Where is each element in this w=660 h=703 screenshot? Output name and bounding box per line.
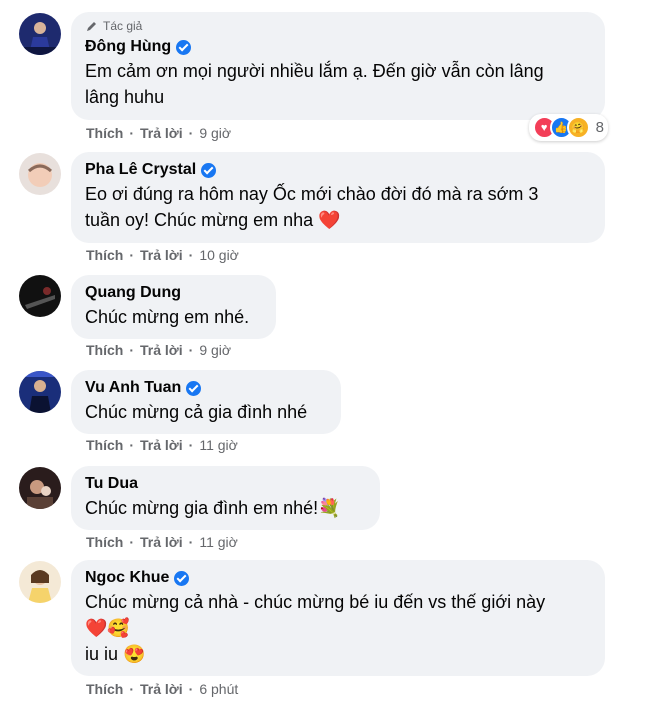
comment-actions: Thích · Trả lời · 11 giờ bbox=[86, 437, 238, 453]
like-button[interactable]: Thích bbox=[86, 125, 123, 141]
avatar[interactable] bbox=[19, 561, 61, 603]
like-button[interactable]: Thích bbox=[86, 342, 123, 358]
like-button[interactable]: Thích bbox=[86, 247, 123, 263]
timestamp[interactable]: 11 giờ bbox=[199, 534, 238, 550]
comment-bubble: Tu Dua Chúc mừng gia đình em nhé!💐 bbox=[71, 466, 380, 530]
comment-text: Chúc mừng cả nhà - chúc mừng bé iu đến v… bbox=[85, 589, 591, 667]
avatar[interactable] bbox=[19, 371, 61, 413]
comment-actions: Thích · Trả lời · 9 giờ bbox=[86, 342, 232, 358]
commenter-name[interactable]: Ngoc Khue bbox=[85, 567, 169, 589]
comment-actions: Thích · Trả lời · 11 giờ bbox=[86, 534, 238, 550]
comment-line: Chúc mừng gia đình em nhé!💐 bbox=[85, 498, 341, 518]
comment-line: Chúc mừng em nhé. bbox=[85, 307, 250, 327]
comment-line: tuần oy! Chúc mừng em nha ❤️ bbox=[85, 210, 341, 230]
like-button[interactable]: Thích bbox=[86, 437, 123, 453]
reply-button[interactable]: Trả lời bbox=[140, 534, 183, 550]
comment-text: Eo ơi đúng ra hôm nay Ốc mới chào đời đó… bbox=[85, 181, 591, 233]
reaction-summary[interactable]: ♥ 👍 🤗 8 bbox=[528, 114, 608, 141]
verified-icon bbox=[201, 162, 217, 178]
like-button[interactable]: Thích bbox=[86, 534, 123, 550]
verified-icon bbox=[176, 39, 192, 55]
avatar[interactable] bbox=[19, 13, 61, 55]
commenter-name[interactable]: Quang Dung bbox=[85, 282, 181, 304]
comment-line: iu iu 😍 bbox=[85, 644, 146, 664]
comment-actions: Thích · Trả lời · 10 giờ bbox=[86, 247, 239, 263]
timestamp[interactable]: 9 giờ bbox=[199, 125, 231, 141]
comment-line: lâng huhu bbox=[85, 87, 165, 107]
like-button[interactable]: Thích bbox=[86, 681, 123, 697]
author-badge: Tác giả bbox=[85, 19, 591, 33]
avatar[interactable] bbox=[19, 153, 61, 195]
commenter-name[interactable]: Tu Dua bbox=[85, 473, 138, 495]
verified-icon bbox=[174, 570, 190, 586]
comment-line: Chúc mừng cả nhà - chúc mừng bé iu đến v… bbox=[85, 592, 546, 612]
comment-text: Chúc mừng em nhé. bbox=[85, 304, 262, 330]
reply-button[interactable]: Trả lời bbox=[140, 681, 183, 697]
comment-line: Eo ơi đúng ra hôm nay Ốc mới chào đời đó… bbox=[85, 184, 539, 204]
comment-bubble: Vu Anh Tuan Chúc mừng cả gia đình nhé bbox=[71, 370, 341, 434]
care-reaction-icon: 🤗 bbox=[566, 116, 590, 139]
commenter-name[interactable]: Vu Anh Tuan bbox=[85, 377, 181, 399]
reply-button[interactable]: Trả lời bbox=[140, 125, 183, 141]
comment-text: Chúc mừng gia đình em nhé!💐 bbox=[85, 495, 366, 521]
comment-text: Chúc mừng cả gia đình nhé bbox=[85, 399, 327, 425]
pencil-icon bbox=[87, 21, 96, 31]
reply-button[interactable]: Trả lời bbox=[140, 437, 183, 453]
comment-bubble: Ngoc Khue Chúc mừng cả nhà - chúc mừng b… bbox=[71, 560, 605, 676]
comment-bubble: Quang Dung Chúc mừng em nhé. bbox=[71, 275, 276, 339]
avatar[interactable] bbox=[19, 467, 61, 509]
comment-bubble: Tác giả Đông Hùng Em cảm ơn mọi người nh… bbox=[71, 12, 605, 120]
comment-line: Chúc mừng cả gia đình nhé bbox=[85, 402, 308, 422]
reaction-count: 8 bbox=[595, 119, 604, 136]
verified-icon bbox=[186, 380, 202, 396]
timestamp[interactable]: 11 giờ bbox=[199, 437, 238, 453]
comment-line: Em cảm ơn mọi người nhiều lắm ạ. Đến giờ… bbox=[85, 61, 544, 81]
comment-actions: Thích · Trả lời · 9 giờ bbox=[86, 125, 232, 141]
timestamp[interactable]: 6 phút bbox=[199, 681, 238, 697]
reply-button[interactable]: Trả lời bbox=[140, 342, 183, 358]
avatar[interactable] bbox=[19, 275, 61, 317]
comment-text: Em cảm ơn mọi người nhiều lắm ạ. Đến giờ… bbox=[85, 58, 591, 110]
commenter-name[interactable]: Đông Hùng bbox=[85, 36, 171, 58]
timestamp[interactable]: 9 giờ bbox=[199, 342, 231, 358]
reply-button[interactable]: Trả lời bbox=[140, 247, 183, 263]
comment-line: ❤️🥰 bbox=[85, 618, 130, 638]
timestamp[interactable]: 10 giờ bbox=[199, 247, 239, 263]
author-badge-label: Tác giả bbox=[103, 19, 143, 33]
comment-actions: Thích · Trả lời · 6 phút bbox=[86, 681, 239, 697]
commenter-name[interactable]: Pha Lê Crystal bbox=[85, 159, 196, 181]
comment-bubble: Pha Lê Crystal Eo ơi đúng ra hôm nay Ốc … bbox=[71, 152, 605, 243]
